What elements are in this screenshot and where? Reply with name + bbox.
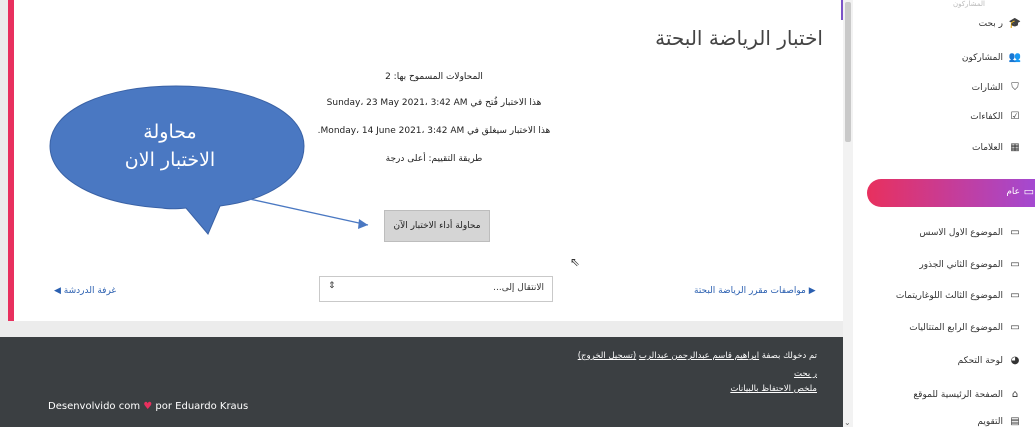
sidebar-item-grades[interactable]: ▦ العلامات	[972, 142, 1021, 153]
logged-in-prefix: تم دخولك بصفة	[761, 351, 817, 361]
callout-line-2: الاختبار الان	[124, 149, 216, 171]
folder-icon: ▭	[1023, 185, 1034, 198]
sidebar-item-participants[interactable]: 👥 المشاركون	[962, 52, 1021, 63]
sidebar-item-label: الموضوع الرابع المتتاليات	[909, 322, 1003, 333]
sidebar-item-topic-1[interactable]: ▭ الموضوع الاول الاسس	[919, 227, 1021, 238]
attempts-allowed-text: المحاولات المسموح بها: 2	[385, 72, 483, 82]
sidebar-item-badges[interactable]: ⛉ الشارات	[972, 82, 1021, 93]
graduation-cap-icon: 🎓	[1008, 18, 1021, 29]
sidebar-item-label: الموضوع الثالث اللوغاريتمات	[895, 290, 1003, 301]
page-title: اختبار الرياضة البحتة	[655, 26, 823, 50]
scroll-down-icon[interactable]: ⌄	[844, 418, 851, 427]
quiz-closes-text: هذا الاختبار سيغلق في Monday، 14 June 20…	[317, 126, 551, 136]
logout-link[interactable]: (تسجيل الخروج)	[578, 351, 637, 361]
sidebar-item-topic-4[interactable]: ▭ الموضوع الرابع المتتاليات	[909, 322, 1021, 333]
developed-prefix: Desenvolvido com	[48, 401, 141, 412]
developed-by-text: Desenvolvido com ♥ por Eduardo Kraus	[48, 401, 248, 412]
mouse-cursor-icon: ⇖	[570, 255, 581, 269]
sidebar-nav: المشاركون 🎓 ر بحت 👥 المشاركون ⛉ الشارات …	[853, 0, 1035, 427]
next-activity-link[interactable]: ▶ مواصفات مقرر الرياضة البحتة	[694, 286, 816, 296]
folder-icon: ▭	[1010, 322, 1020, 333]
sidebar-item-label: الموضوع الاول الاسس	[919, 227, 1003, 238]
heart-icon: ♥	[143, 401, 153, 412]
users-icon: 👥	[1008, 52, 1021, 63]
dashboard-icon: ◕	[1010, 355, 1020, 366]
sidebar-item-label: الموضوع الثاني الجذور	[919, 259, 1003, 270]
sidebar-item-label: عام	[1006, 187, 1020, 197]
sidebar-item-dashboard[interactable]: ◕ لوحة التحكم	[958, 355, 1021, 366]
checkbox-icon: ☑	[1010, 111, 1020, 122]
sidebar-item-topic-2[interactable]: ▭ الموضوع الثاني الجذور	[919, 259, 1021, 270]
sidebar-item-label: العلامات	[972, 142, 1003, 153]
folder-icon: ▭	[1010, 259, 1020, 270]
shield-icon: ⛉	[1011, 82, 1019, 93]
table-icon: ▦	[1010, 142, 1020, 153]
sidebar-faded-item: المشاركون	[953, 0, 985, 8]
login-info: تم دخولك بصفة ابراهيم قاسم عبدالرحمن عبد…	[578, 351, 817, 361]
select-arrows-icon: ⇕	[328, 281, 336, 291]
sidebar-item-label: المشاركون	[961, 52, 1003, 63]
sidebar-item-general[interactable]: ▭ عام	[867, 179, 1035, 207]
sidebar-item-course[interactable]: 🎓 ر بحت	[979, 18, 1021, 29]
course-home-link[interactable]: ر بحت	[794, 369, 817, 379]
sidebar-item-label: لوحة التحكم	[957, 355, 1003, 366]
callout-text: محاولة الاختبار الان	[100, 118, 240, 174]
prev-activity-link[interactable]: غرفة الدردشة ◀	[54, 286, 116, 296]
sidebar-item-label: التقويم	[977, 416, 1003, 427]
scroll-thumb[interactable]	[845, 2, 851, 142]
sidebar-item-topic-3[interactable]: ▭ الموضوع الثالث اللوغاريتمات	[896, 290, 1021, 301]
jump-to-select[interactable]: الانتقال إلى... ⇕	[319, 276, 553, 302]
attempt-quiz-button[interactable]: محاولة أداء الاختبار الآن	[384, 210, 490, 242]
folder-icon: ▭	[1010, 290, 1020, 301]
grading-method-text: طريقة التقييم: أعلى درجة	[385, 154, 483, 164]
sidebar-item-label: ر بحت	[978, 18, 1003, 29]
quiz-opened-text: هذا الاختبار فُتح في Sunday، 23 May 2021…	[326, 98, 542, 108]
sidebar-item-calendar[interactable]: ▤ التقويم	[977, 416, 1021, 427]
sidebar-item-label: الشارات	[971, 82, 1003, 93]
sidebar-item-label: الكفاءات	[970, 111, 1003, 122]
folder-icon: ▭	[1010, 227, 1020, 238]
sidebar-item-label: الصفحة الرئيسية للموقع	[913, 389, 1003, 400]
sidebar-item-competencies[interactable]: ☑ الكفاءات	[970, 111, 1021, 122]
sidebar-item-site-home[interactable]: ⌂ الصفحة الرئيسية للموقع	[913, 389, 1021, 400]
main-scrollbar[interactable]: ⌄	[843, 0, 853, 427]
page-footer: تم دخولك بصفة ابراهيم قاسم عبدالرحمن عبد…	[0, 337, 843, 427]
logged-in-user-link[interactable]: ابراهيم قاسم عبدالرحمن عبدالرب	[639, 351, 759, 361]
callout-line-1: محاولة	[143, 121, 197, 143]
developed-suffix: por Eduardo Kraus	[155, 401, 249, 412]
data-retention-link[interactable]: ملخص الاحتفاظ بالبيانات	[730, 384, 817, 394]
jump-to-label: الانتقال إلى...	[493, 283, 544, 293]
calendar-icon: ▤	[1010, 416, 1020, 427]
home-icon: ⌂	[1011, 389, 1019, 400]
